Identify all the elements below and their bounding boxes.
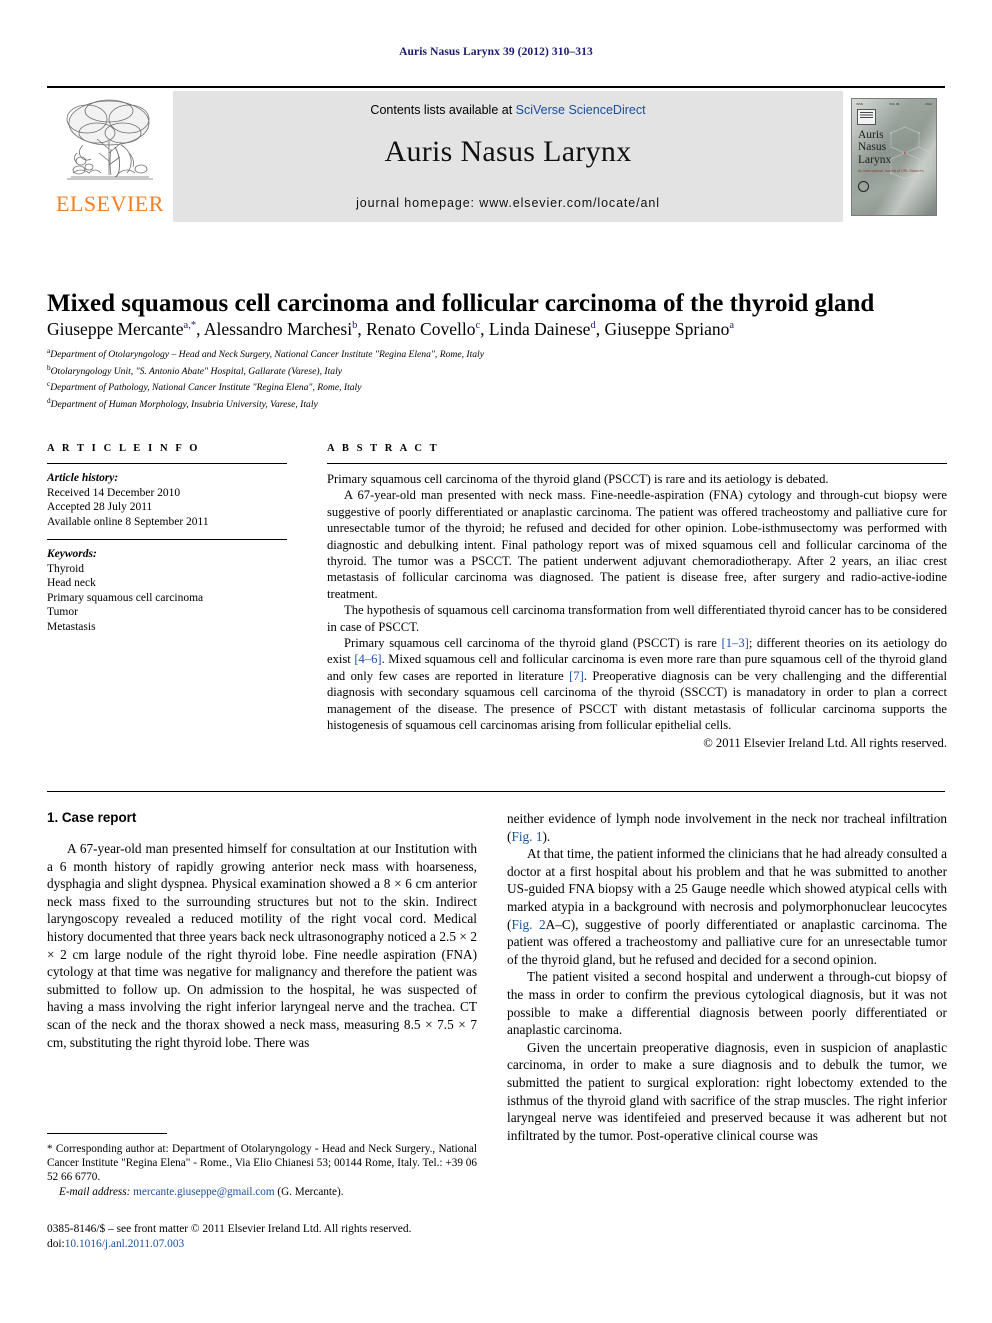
footnote-divider <box>47 1133 167 1134</box>
keyword-item: Primary squamous cell carcinoma <box>47 591 204 604</box>
keywords-label: Keywords: <box>47 548 97 560</box>
section-title-case-report: 1. Case report <box>47 810 137 825</box>
affiliation-item: bOtolaryngology Unit, "S. Antonio Abate"… <box>47 363 342 377</box>
issn-copyright-block: 0385-8146/$ – see front matter © 2011 El… <box>47 1222 487 1251</box>
abstract-section: A B S T R A C T Primary squamous cell ca… <box>327 443 947 751</box>
abstract-paragraph: A 67-year-old man presented with neck ma… <box>327 488 947 601</box>
abstract-paragraph: Primary squamous cell carcinoma of the t… <box>327 636 948 733</box>
elsevier-tree-icon <box>59 95 161 187</box>
keywords-divider <box>47 539 287 540</box>
affiliation-mark: b <box>47 363 51 372</box>
article-history-list: Received 14 December 2010 Accepted 28 Jul… <box>47 486 287 530</box>
article-info-divider <box>47 463 287 464</box>
doi-link[interactable]: 10.1016/j.anl.2011.07.003 <box>65 1238 185 1250</box>
affiliation-list: aDepartment of Otolaryngology – Head and… <box>47 345 687 411</box>
footnote-block: * Corresponding author at: Department of… <box>47 1142 477 1199</box>
email-link[interactable]: mercante.giuseppe@gmail.com <box>133 1186 274 1198</box>
keyword-item: Tumor <box>47 606 78 618</box>
article-history-item: Accepted 28 July 2011 <box>47 501 153 513</box>
abstract-body: Primary squamous cell carcinoma of the t… <box>327 471 947 734</box>
body-left-paragraphs: A 67-year-old man presented himself for … <box>47 840 477 1051</box>
article-history-item: Available online 8 September 2011 <box>47 515 209 528</box>
affiliation-mark: c <box>47 380 51 389</box>
article-history-item: Received 14 December 2010 <box>47 486 181 499</box>
abstract-heading: A B S T R A C T <box>327 443 440 454</box>
article-info-heading: A R T I C L E I N F O <box>47 443 201 454</box>
corresponding-author-note: * Corresponding author at: Department of… <box>47 1143 477 1184</box>
publisher-logo-block: ELSEVIER <box>47 91 173 222</box>
keywords-list: Thyroid Head neck Primary squamous cell ca… <box>47 562 287 635</box>
affiliation-item: cDepartment of Pathology, National Cance… <box>47 380 362 394</box>
author-list: Giuseppe Mercantea,*, Alessandro Marches… <box>47 318 735 339</box>
doi-line: doi:10.1016/j.anl.2011.07.003 <box>47 1237 487 1252</box>
body-paragraph: A 67-year-old man presented himself for … <box>47 841 477 1050</box>
article-info-section: A R T I C L E I N F O Article history: R… <box>47 443 287 634</box>
body-divider <box>47 791 945 792</box>
body-paragraph: Given the uncertain preoperative diagnos… <box>507 1039 947 1143</box>
reference-link[interactable]: Fig. 2 <box>511 917 545 932</box>
affiliation-mark: d <box>47 396 51 405</box>
email-label: E-mail address: <box>59 1185 131 1198</box>
cover-publisher-icon <box>857 108 876 125</box>
article-history-label: Article history: <box>47 472 119 484</box>
affiliation-item: aDepartment of Otolaryngology – Head and… <box>47 347 484 361</box>
article-page: Auris Nasus Larynx 39 (2012) 310–313 ELS… <box>0 0 992 1323</box>
journal-cover-thumbnail: ISSN VOL 39 2012 Auris Nasus Larynx An Int… <box>851 97 937 216</box>
reference-link[interactable]: [4–6] <box>354 652 381 666</box>
keyword-item: Head neck <box>47 577 96 589</box>
masthead-center: Contents lists available at SciVerse Sci… <box>173 91 843 222</box>
abstract-paragraph: The hypothesis of squamous cell carcinom… <box>327 603 947 634</box>
email-line: E-mail address: mercante.giuseppe@gmail.… <box>47 1185 477 1199</box>
body-column-right: neither evidence of lymph node involveme… <box>507 810 947 1144</box>
email-suffix: (G. Mercante). <box>277 1185 344 1198</box>
elsevier-wordmark: ELSEVIER <box>56 191 164 216</box>
body-right-paragraphs: neither evidence of lymph node involveme… <box>507 810 947 1144</box>
cover-network-graphic <box>890 126 932 179</box>
cover-society-mark <box>858 180 869 192</box>
journal-masthead: ELSEVIER Contents lists available at Sci… <box>47 86 945 222</box>
sciencedirect-link[interactable]: SciVerse ScienceDirect <box>516 103 646 117</box>
body-column-left: 1. Case report A 67-year-old man present… <box>47 810 477 1051</box>
abstract-paragraph: Primary squamous cell carcinoma of the t… <box>327 472 829 486</box>
reference-link[interactable]: [1–3] <box>722 636 749 650</box>
contents-prefix: Contents lists available at <box>370 103 516 117</box>
reference-link[interactable]: Fig. 1 <box>511 829 542 844</box>
affiliation-mark: a <box>47 347 51 355</box>
contents-available-line: Contents lists available at SciVerse Sci… <box>173 103 843 117</box>
body-paragraph: The patient visited a second hospital an… <box>507 969 947 1038</box>
cover-topbar: ISSN VOL 39 2012 <box>856 101 932 106</box>
doi-label: doi: <box>47 1237 65 1250</box>
journal-title: Auris Nasus Larynx <box>384 135 632 168</box>
running-head: Auris Nasus Larynx 39 (2012) 310–313 <box>399 46 593 58</box>
reference-link[interactable]: [7] <box>569 669 584 683</box>
issn-line: 0385-8146/$ – see front matter © 2011 El… <box>47 1223 412 1235</box>
keyword-item: Metastasis <box>47 620 96 633</box>
affiliation-item: dDepartment of Human Morphology, Insubri… <box>47 396 318 410</box>
abstract-copyright: © 2011 Elsevier Ireland Ltd. All rights … <box>703 735 947 750</box>
body-paragraph: At that time, the patient informed the c… <box>507 846 947 967</box>
journal-homepage-link[interactable]: journal homepage: www.elsevier.com/locat… <box>173 196 843 210</box>
journal-cover-block: ISSN VOL 39 2012 Auris Nasus Larynx An Int… <box>843 91 945 222</box>
keyword-item: Thyroid <box>47 562 85 575</box>
body-paragraph: neither evidence of lymph node involveme… <box>507 811 947 844</box>
abstract-divider <box>327 463 947 464</box>
